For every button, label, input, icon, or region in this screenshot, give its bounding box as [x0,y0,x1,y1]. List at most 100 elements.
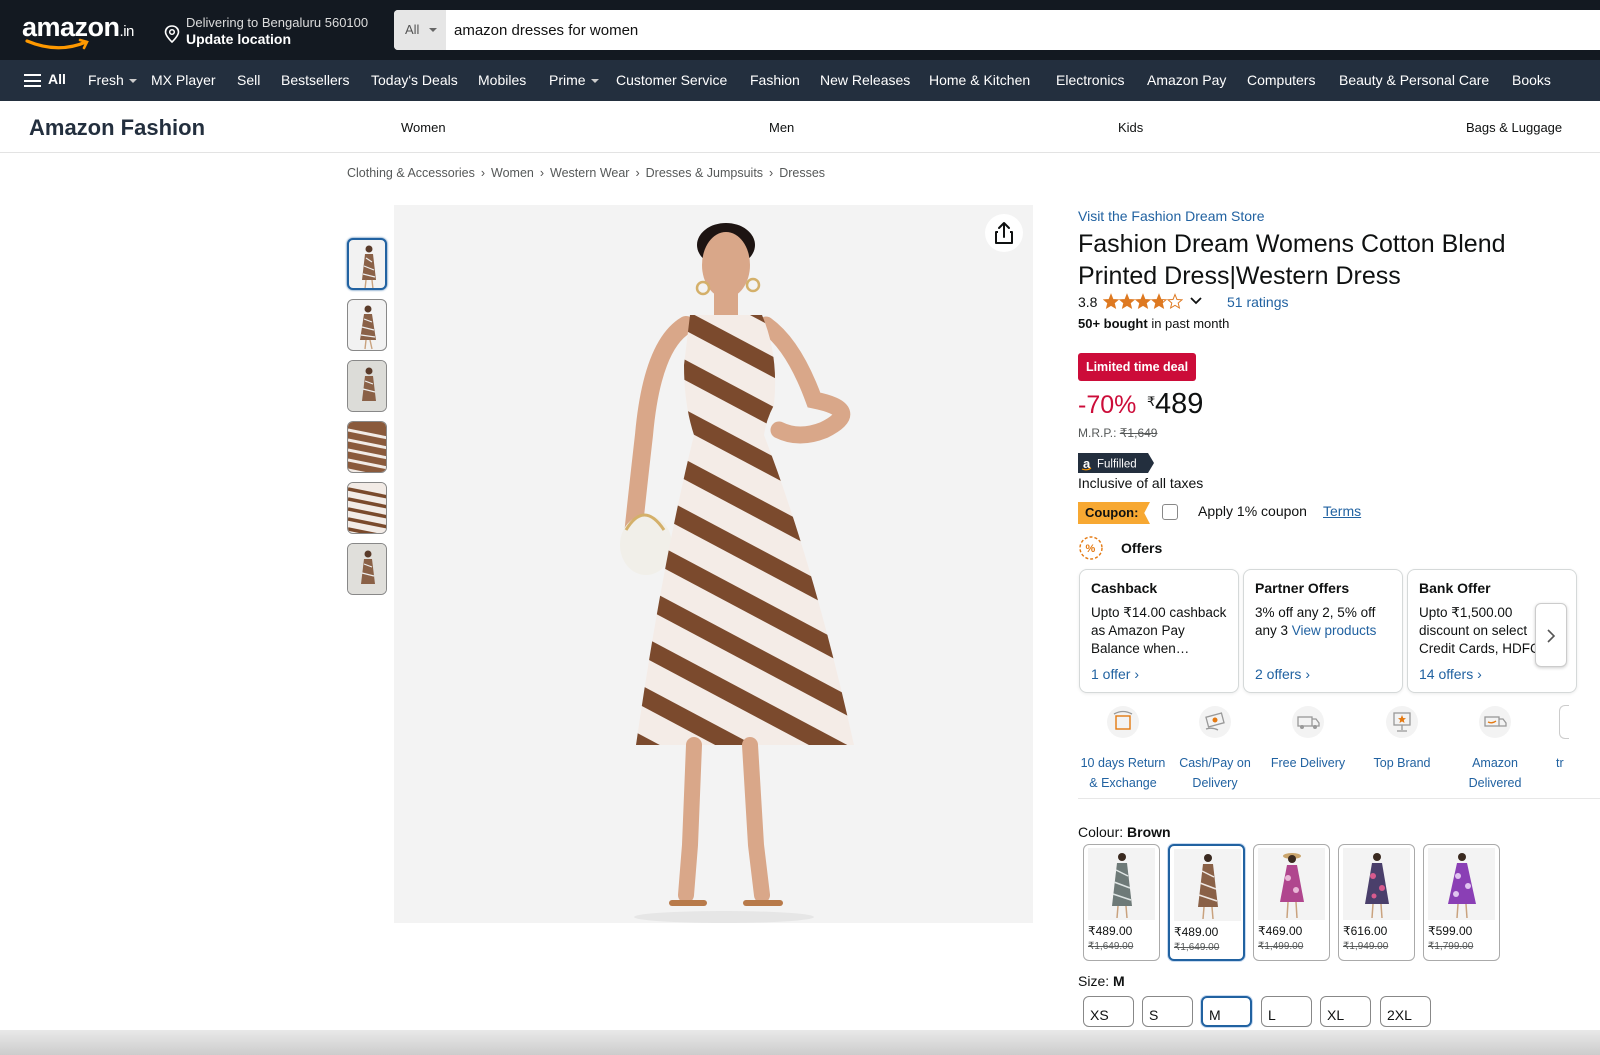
fashion-tab-men[interactable]: Men [769,120,794,135]
offer-card-link[interactable]: 1 offer › [1091,666,1139,682]
ratings-count-link[interactable]: 51 ratings [1227,294,1288,310]
nav-item-fresh[interactable]: Fresh [88,72,137,88]
offer-card-partner[interactable]: Partner Offers 3% off any 2, 5% off any … [1243,569,1403,693]
size-option-2xl[interactable]: 2XL [1380,996,1431,1027]
size-option-xl[interactable]: XL [1320,996,1371,1027]
swatch-price: ₹489.00 [1174,925,1219,939]
offer-card-title: Partner Offers [1255,580,1350,596]
star-rating-icon[interactable] [1103,293,1183,311]
fashion-tab-kids[interactable]: Kids [1118,120,1143,135]
thumbnail-5[interactable] [347,482,387,534]
dress-thumbnail-image [348,544,386,594]
fabric-closeup-image [348,422,386,472]
thumbnail-1[interactable] [347,238,387,290]
partial-icon [1559,705,1569,739]
feature-cash-on-delivery[interactable]: Cash/Pay on Delivery [1169,705,1261,793]
swatch-mrp: ₹1,499.00 [1258,941,1304,952]
dress-thumbnail-image [360,305,376,350]
thumbnail-6[interactable] [347,543,387,595]
colour-swatch[interactable]: ₹599.00 ₹1,799.00 [1423,844,1500,961]
chevron-down-icon[interactable] [1190,296,1202,306]
search-category-dropdown[interactable]: All [394,10,446,50]
colour-swatch[interactable]: ₹489.00 ₹1,649.00 [1083,844,1160,961]
all-label: All [48,71,66,87]
nav-item-computers[interactable]: Computers [1247,72,1315,88]
feature-amazon-delivered[interactable]: Amazon Delivered [1449,705,1541,793]
coupon-terms-link[interactable]: Terms [1323,503,1361,519]
colour-swatch[interactable]: ₹616.00 ₹1,949.00 [1338,844,1415,961]
nav-item-new-releases[interactable]: New Releases [820,72,910,88]
colour-swatch-selected[interactable]: ₹489.00 ₹1,649.00 [1168,844,1245,961]
breadcrumb-item[interactable]: Women [491,166,534,180]
amazon-fashion-brand[interactable]: Amazon Fashion [29,115,205,141]
breadcrumb-item[interactable]: Clothing & Accessories [347,166,475,180]
fabric-closeup-image [348,483,386,533]
main-product-image[interactable] [394,205,1033,923]
fulfilled-label: Fulfilled [1097,459,1137,471]
breadcrumb-item[interactable]: Dresses [779,166,825,180]
thumbnail-4[interactable] [347,421,387,473]
nav-item-electronics[interactable]: Electronics [1056,72,1124,88]
feature-return-exchange[interactable]: 10 days Return & Exchange [1077,705,1169,793]
size-option-m[interactable]: M [1201,996,1252,1027]
nav-item-mobiles[interactable]: Mobiles [478,72,526,88]
nav-item-mx-player[interactable]: MX Player [151,72,216,88]
nav-item-amazon-pay[interactable]: Amazon Pay [1147,72,1226,88]
nav-item-sell[interactable]: Sell [237,72,260,88]
apply-coupon-checkbox[interactable] [1162,504,1178,520]
nav-item-bestsellers[interactable]: Bestsellers [281,72,349,88]
offer-card-description: 3% off any 2, 5% off any 3 View products [1255,605,1377,638]
size-option-s[interactable]: S [1142,996,1193,1027]
swatch-price: ₹469.00 [1258,924,1303,938]
delivery-truck-icon [1292,706,1324,738]
share-button[interactable] [985,214,1023,252]
amazon-fulfilled-badge: a Fulfilled [1078,453,1154,473]
product-title: Fashion Dream Womens Cotton Blend Printe… [1078,230,1506,290]
feature-top-brand[interactable]: Top Brand [1356,705,1448,773]
apply-coupon-label[interactable]: Apply 1% coupon [1198,503,1307,519]
nav-item-customer-service[interactable]: Customer Service [616,72,727,88]
nav-item-books[interactable]: Books [1512,72,1551,88]
breadcrumb-item[interactable]: Western Wear [550,166,629,180]
search-category-label: All [405,22,420,37]
view-products-link[interactable]: View products [1292,623,1377,638]
feature-partial[interactable]: tr [1556,705,1600,773]
offer-card-title: Cashback [1091,580,1158,596]
offer-card-link[interactable]: 14 offers › [1419,666,1482,682]
fashion-tab-women[interactable]: Women [401,120,446,135]
size-option-l[interactable]: L [1261,996,1312,1027]
bought-in-past-month: 50+ bought in past month [1078,316,1230,331]
thumbnail-2[interactable] [347,299,387,351]
offers-next-button[interactable] [1535,603,1567,667]
colour-swatch[interactable]: ₹469.00 ₹1,499.00 [1253,844,1330,961]
store-link[interactable]: Visit the Fashion Dream Store [1078,208,1265,224]
trophy-icon [1386,706,1418,738]
nav-item-prime[interactable]: Prime [549,72,599,88]
breadcrumb: Clothing & Accessories › Women › Western Wea… [347,166,825,180]
mrp: M.R.P.: ₹1,649 [1078,426,1158,440]
thumbnail-3[interactable] [347,360,387,412]
feature-label: 10 days Return & Exchange [1080,756,1166,790]
size-option-xs[interactable]: XS [1083,996,1134,1027]
nav-item-home-kitchen[interactable]: Home & Kitchen [929,72,1030,88]
all-menu-button[interactable]: All [24,71,66,87]
search-input[interactable] [454,10,1554,50]
swatch-mrp: ₹1,649.00 [1088,941,1134,952]
offer-card-description: Upto ₹14.00 cashback as Amazon Pay Balan… [1091,605,1227,656]
nav-item-fashion[interactable]: Fashion [750,72,800,88]
fashion-tab-bags-luggage[interactable]: Bags & Luggage [1466,120,1562,135]
delivering-to-text: Delivering to Bengaluru 560100 [186,15,369,30]
logo-suffix: .in [119,23,135,40]
breadcrumb-item[interactable]: Dresses & Jumpsuits [646,166,763,180]
swatch-image [1174,849,1241,921]
offer-card-cashback[interactable]: Cashback Upto ₹14.00 cashback as Amazon … [1079,569,1239,693]
offer-card-link[interactable]: 2 offers › [1255,666,1310,682]
feature-label: Amazon Delivered [1468,756,1522,790]
swatch-image [1258,848,1325,920]
dress-thumbnail-image [348,361,386,411]
nav-item-todays-deals[interactable]: Today's Deals [371,72,458,88]
feature-free-delivery[interactable]: Free Delivery [1262,705,1354,773]
chevron-down-icon [590,79,599,84]
swatch-image [1088,848,1155,920]
nav-item-beauty[interactable]: Beauty & Personal Care [1339,72,1489,88]
